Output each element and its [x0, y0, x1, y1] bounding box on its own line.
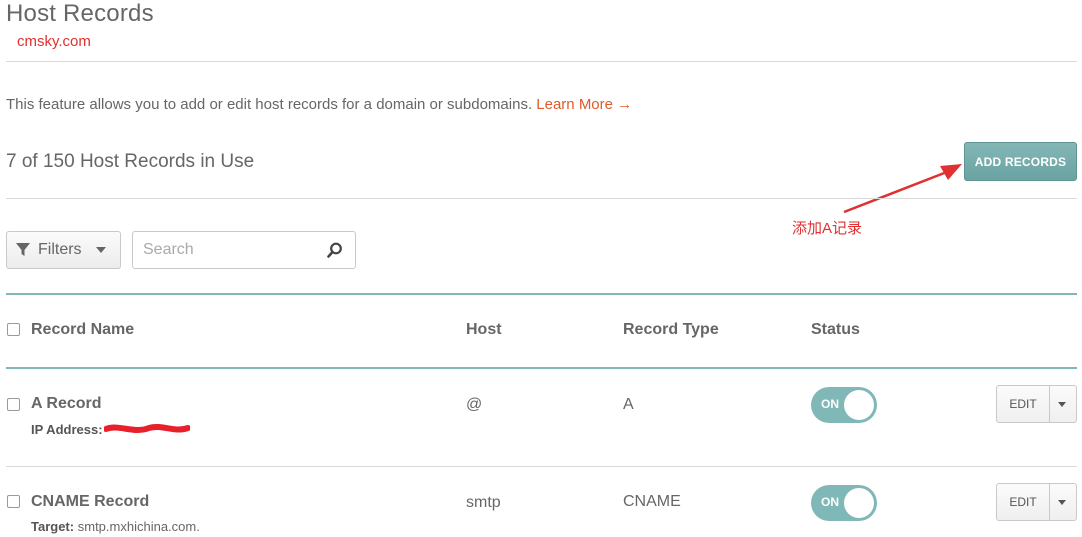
feature-description: This feature allows you to add or edit h…: [6, 96, 632, 113]
status-toggle[interactable]: ON: [811, 387, 877, 423]
edit-dropdown-toggle[interactable]: [1048, 484, 1076, 520]
toggle-knob: [844, 390, 874, 420]
record-type: CNAME: [623, 493, 681, 510]
record-detail: IP Address:: [31, 422, 103, 437]
column-header-status[interactable]: Status: [811, 321, 860, 339]
caret-down-icon: [1058, 401, 1066, 407]
filter-icon: [16, 243, 30, 256]
annotation-text: 添加A记录: [792, 220, 863, 237]
toggle-knob: [844, 488, 874, 518]
header-divider: [6, 61, 1077, 62]
record-name: A Record: [31, 395, 102, 412]
search-icon[interactable]: [327, 242, 343, 258]
column-header-host[interactable]: Host: [466, 321, 502, 339]
edit-button-group: EDIT: [996, 385, 1077, 423]
annotation-arrow: [843, 164, 962, 214]
add-records-button[interactable]: ADD RECORDS: [964, 142, 1077, 181]
redaction-scribble: [104, 424, 190, 433]
edit-button-group: EDIT: [996, 483, 1077, 521]
record-name: CNAME Record: [31, 493, 150, 510]
select-all-checkbox[interactable]: [7, 323, 20, 336]
edit-button[interactable]: EDIT: [997, 386, 1050, 422]
record-detail: Target: smtp.mxhichina.com.: [31, 519, 200, 534]
chevron-down-icon: [95, 247, 106, 253]
record-detail-value: smtp.mxhichina.com.: [77, 519, 200, 534]
edit-button[interactable]: EDIT: [997, 484, 1050, 520]
status-toggle-label: ON: [821, 397, 839, 411]
record-detail-label: Target:: [31, 519, 75, 534]
status-toggle-label: ON: [821, 495, 839, 509]
caret-down-icon: [1058, 499, 1066, 505]
row-divider: [6, 466, 1077, 467]
status-toggle[interactable]: ON: [811, 485, 877, 521]
watermark-text: cmsky.com: [17, 33, 91, 50]
description-text: This feature allows you to add or edit h…: [6, 96, 533, 113]
column-header-record-type[interactable]: Record Type: [623, 321, 719, 339]
edit-dropdown-toggle[interactable]: [1048, 386, 1076, 422]
record-host: @: [466, 396, 483, 413]
column-header-record-name[interactable]: Record Name: [31, 321, 134, 339]
record-detail-label: IP Address:: [31, 422, 103, 437]
filters-label: Filters: [38, 241, 82, 258]
table-header-border: [6, 367, 1077, 369]
record-host: smtp: [466, 494, 501, 511]
row-checkbox[interactable]: [7, 495, 20, 508]
search-box: [132, 231, 356, 269]
learn-more-link[interactable]: Learn More →: [536, 96, 632, 113]
records-count: 7 of 150 Host Records in Use: [6, 151, 255, 172]
record-type: A: [623, 396, 634, 413]
page-title: Host Records: [6, 0, 154, 27]
row-checkbox[interactable]: [7, 398, 20, 411]
section-divider: [6, 198, 1077, 199]
search-input[interactable]: [141, 232, 320, 268]
table-top-border: [6, 293, 1077, 295]
filters-button[interactable]: Filters: [6, 231, 121, 269]
